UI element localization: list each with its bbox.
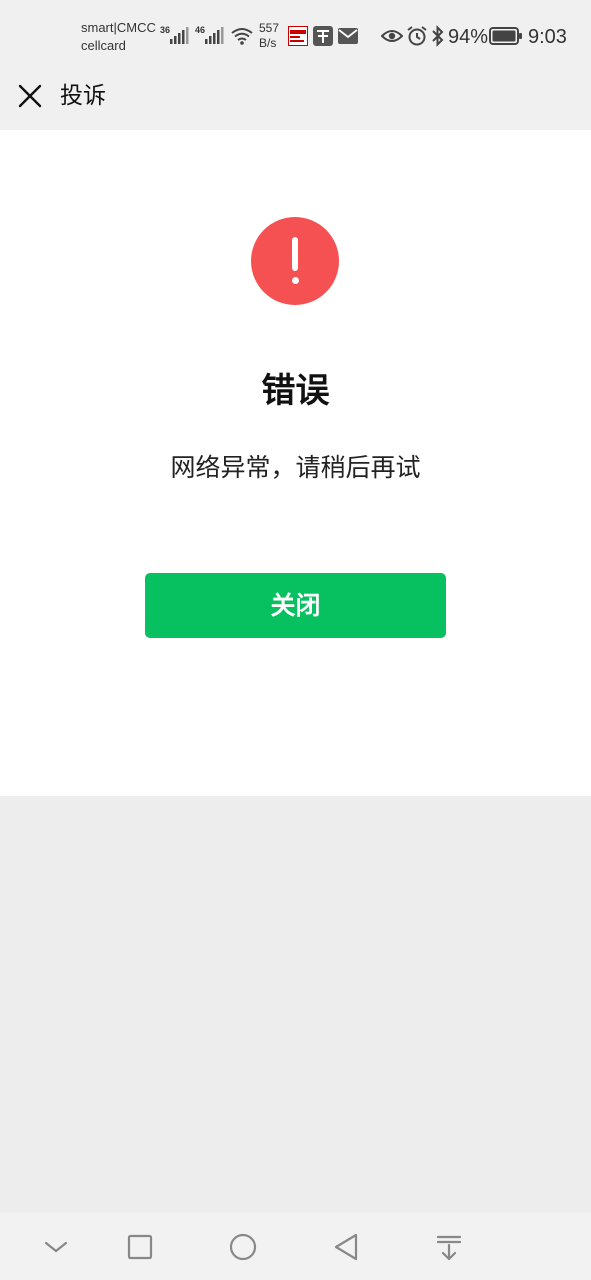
alarm-icon bbox=[407, 26, 427, 46]
wifi-icon bbox=[231, 28, 253, 45]
error-message: 网络异常，请稍后再试 bbox=[170, 453, 421, 482]
app-badge-icon bbox=[313, 26, 333, 46]
eye-comfort-icon bbox=[381, 30, 403, 42]
carrier-info: smart|CMCC cellcard bbox=[81, 19, 156, 55]
signal-strength-icon bbox=[170, 27, 189, 44]
carrier-line-2: cellcard bbox=[81, 38, 126, 53]
battery-percent: 94% bbox=[448, 26, 489, 48]
exclamation-bar bbox=[292, 237, 298, 271]
system-navigation-bar bbox=[0, 1213, 591, 1280]
recent-apps-icon[interactable] bbox=[122, 1229, 158, 1265]
speed-unit: B/s bbox=[259, 36, 277, 50]
mail-icon bbox=[338, 28, 358, 44]
home-icon[interactable] bbox=[225, 1229, 261, 1265]
battery-icon bbox=[489, 27, 522, 45]
notification-pulldown-icon[interactable] bbox=[431, 1229, 467, 1265]
carrier-line-1: smart|CMCC bbox=[81, 20, 156, 35]
error-panel: 错误 网络异常，请稍后再试 关闭 bbox=[0, 130, 591, 796]
status-bar: smart|CMCC cellcard 36 46 557 B/s 94% 9:… bbox=[0, 0, 591, 72]
exclamation-dot bbox=[291, 277, 299, 284]
signal-strength-2-icon bbox=[205, 27, 224, 44]
chevron-down-icon[interactable] bbox=[38, 1229, 74, 1265]
network-speed: 557 B/s bbox=[259, 21, 279, 51]
clock-time: 9:03 bbox=[528, 26, 567, 48]
bluetooth-icon bbox=[432, 25, 444, 47]
close-icon[interactable] bbox=[16, 82, 44, 110]
title-bar: 投诉 bbox=[0, 72, 591, 130]
news-app-icon bbox=[288, 26, 308, 46]
close-button[interactable]: 关闭 bbox=[145, 573, 446, 638]
back-icon[interactable] bbox=[328, 1229, 364, 1265]
error-title: 错误 bbox=[261, 371, 330, 411]
page-title: 投诉 bbox=[60, 83, 106, 109]
error-icon bbox=[251, 217, 339, 305]
speed-value: 557 bbox=[259, 21, 280, 35]
